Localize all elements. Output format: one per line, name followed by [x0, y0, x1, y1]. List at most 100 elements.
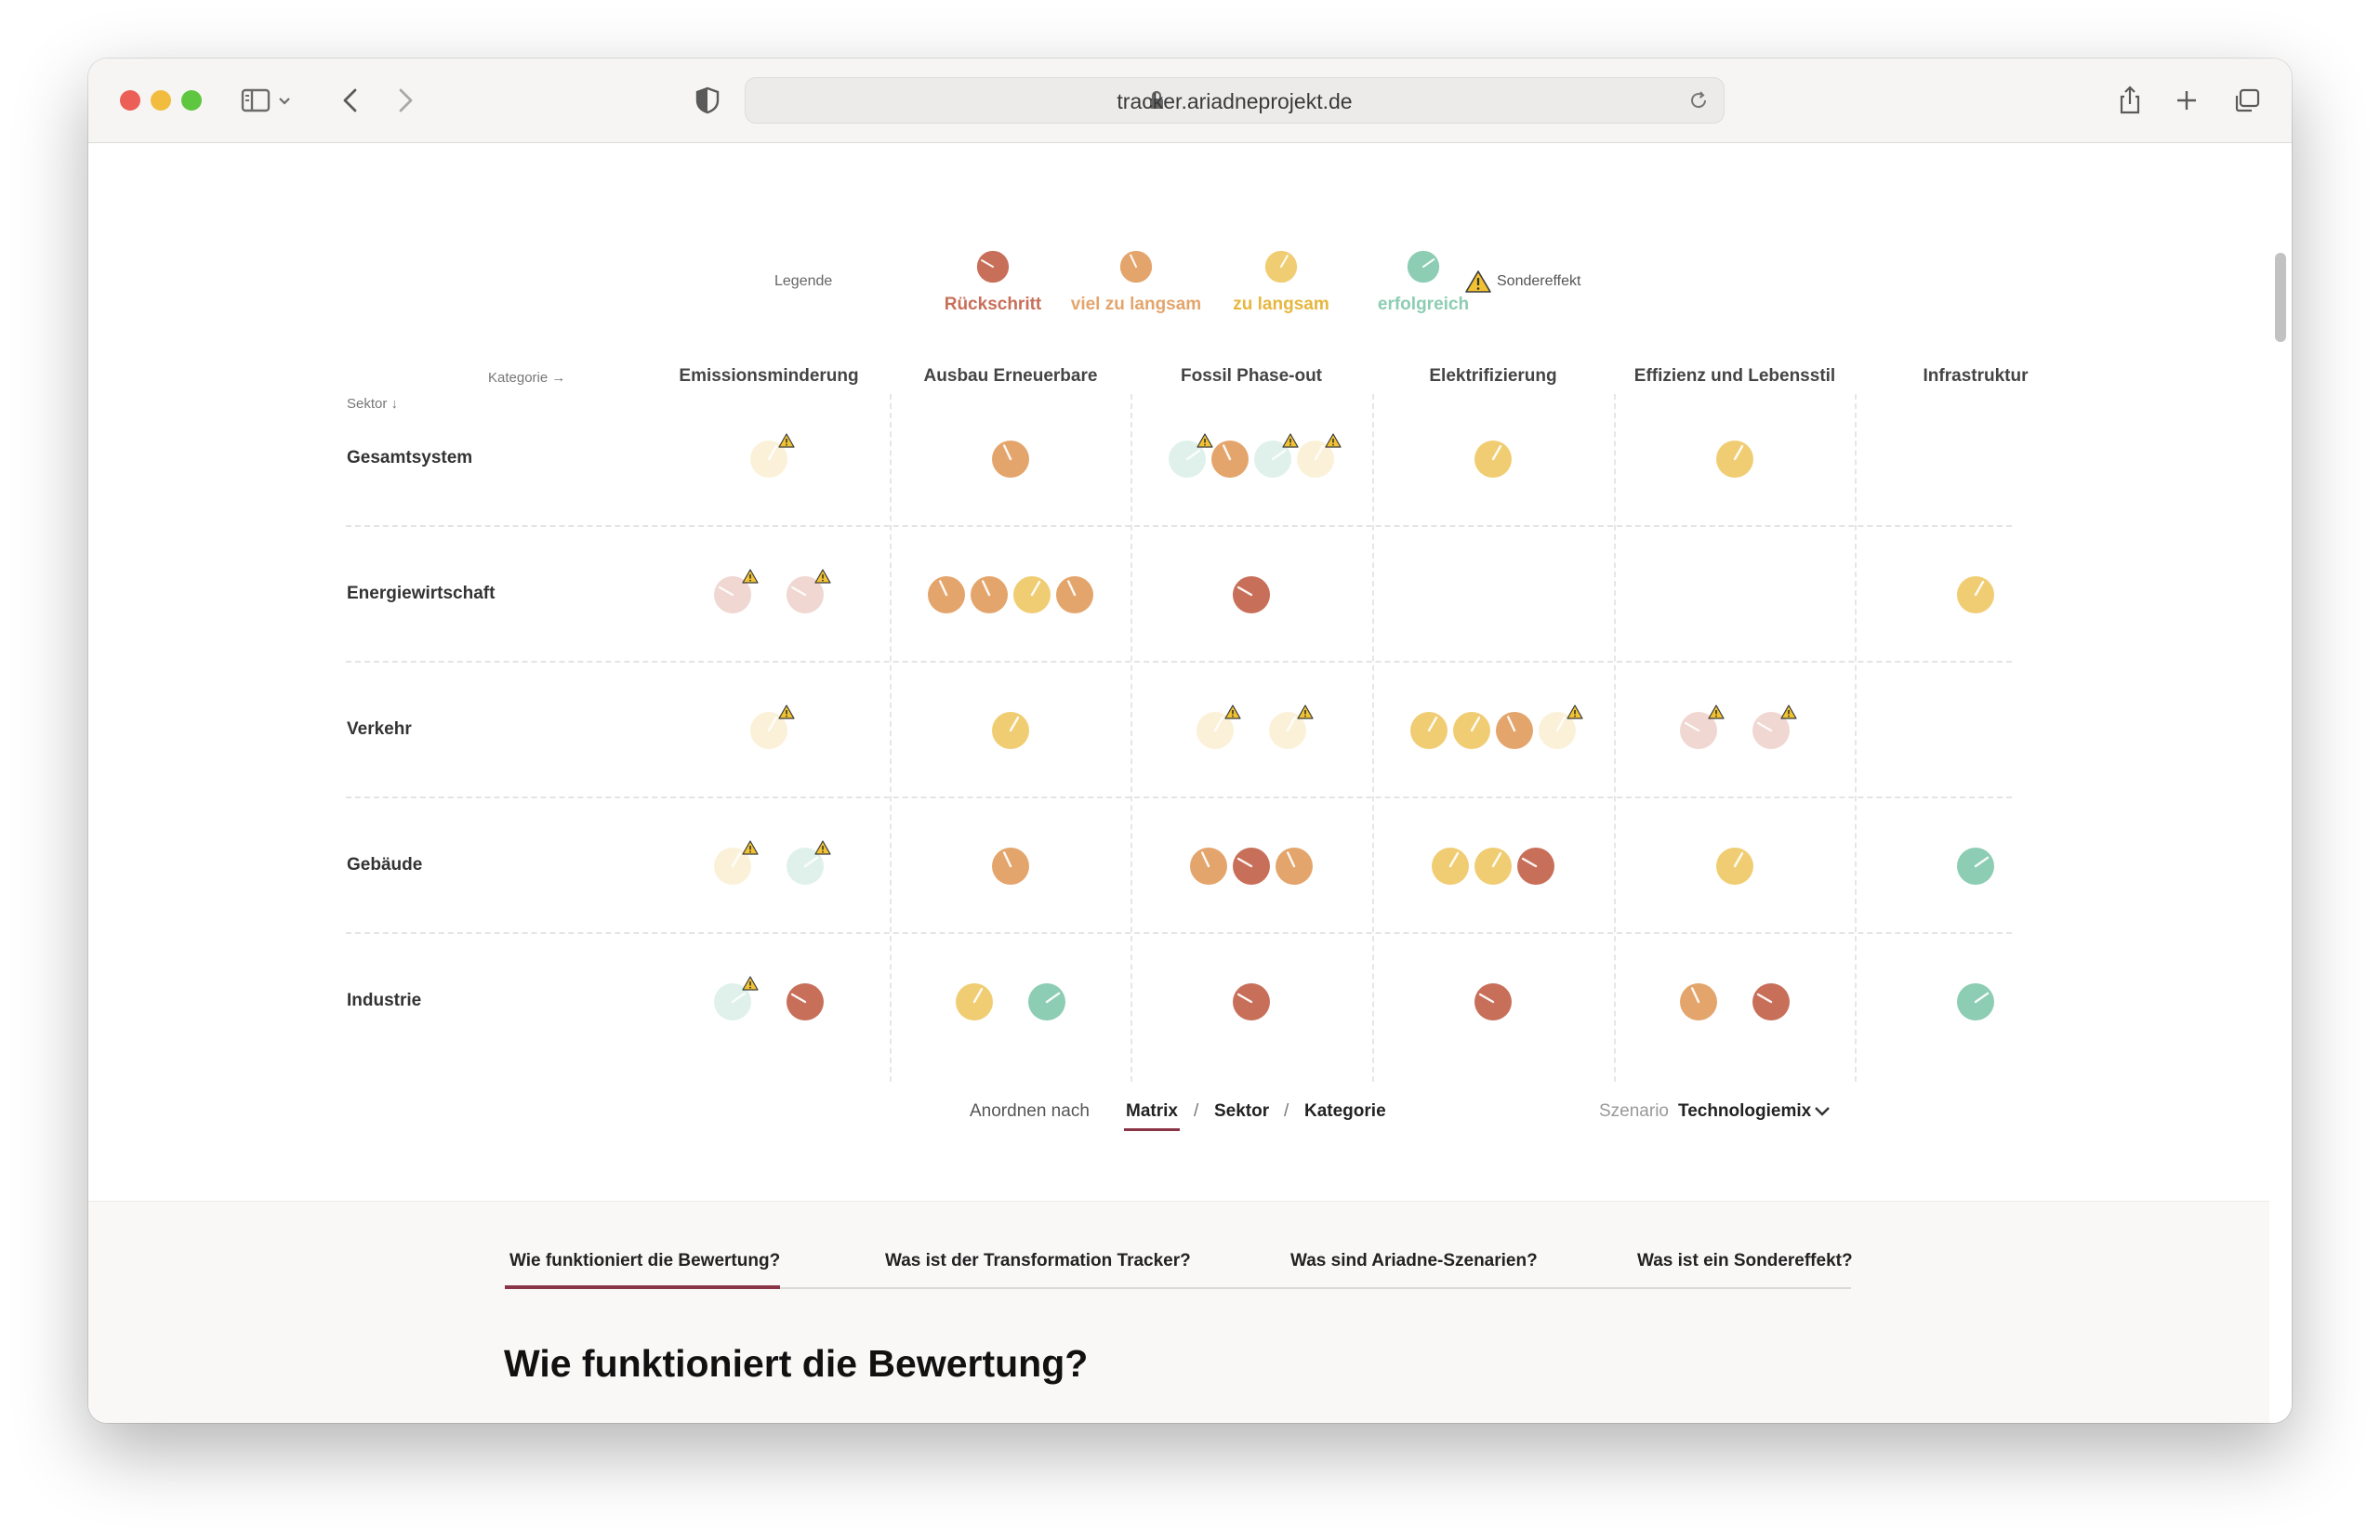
- indicator-dial-icon[interactable]: [991, 440, 1030, 479]
- indicator-dial-icon[interactable]: [1474, 982, 1513, 1021]
- indicator-dial-icon[interactable]: [1189, 847, 1228, 886]
- indicator-dial-icon[interactable]: [1232, 575, 1271, 614]
- indicator-dial-icon[interactable]: [970, 575, 1009, 614]
- indicator-dial-icon[interactable]: [1495, 711, 1534, 750]
- share-icon[interactable]: [2111, 82, 2149, 119]
- scenario-select[interactable]: Technologiemix: [1678, 1101, 1811, 1122]
- sondereffekt-label: Sondereffekt: [1497, 273, 1581, 289]
- indicator-dial-icon[interactable]: [1232, 982, 1271, 1021]
- legend-dial-icon: [976, 250, 1010, 283]
- shield-icon[interactable]: [689, 82, 726, 119]
- indicator-dial-icon[interactable]: [1055, 575, 1094, 614]
- browser-toolbar: tracker.ariadneprojekt.de: [88, 59, 2292, 143]
- sidebar-toggle-icon[interactable]: [237, 82, 274, 119]
- indicator-dial-icon[interactable]: [1027, 982, 1066, 1021]
- warning-icon: [742, 976, 759, 991]
- indicator-dial-icon[interactable]: [1012, 575, 1051, 614]
- warning-icon: [1325, 433, 1342, 448]
- sektor-axis-note: Sektor ↓: [347, 396, 399, 412]
- indicator-dial-icon[interactable]: [1715, 847, 1754, 886]
- column-divider: [1372, 394, 1374, 1082]
- reload-icon[interactable]: [1686, 88, 1711, 112]
- warning-icon: [742, 569, 759, 584]
- legend-dial-icon: [1407, 250, 1440, 283]
- page-content: Legende Rückschritt viel zu langsam zu lan…: [88, 143, 2269, 1423]
- indicator-dial-icon[interactable]: [955, 982, 994, 1021]
- indicator-dial-icon[interactable]: [1275, 847, 1314, 886]
- indicator-dial-icon[interactable]: [786, 982, 825, 1021]
- arrange-option-matrix[interactable]: Matrix: [1126, 1101, 1178, 1122]
- indicator-dial-icon[interactable]: [991, 847, 1030, 886]
- indicator-dial-icon[interactable]: [1956, 982, 1995, 1021]
- warning-icon: [1567, 704, 1583, 719]
- indicator-dial-icon[interactable]: [1474, 847, 1513, 886]
- warning-icon: [814, 569, 831, 584]
- arrange-option-sektor[interactable]: Sektor: [1214, 1101, 1269, 1122]
- warning-icon: [1780, 704, 1797, 719]
- minimize-window-button[interactable]: [151, 90, 171, 111]
- tab-overview-icon[interactable]: [2228, 82, 2266, 119]
- indicator-dial-icon[interactable]: [1715, 440, 1754, 479]
- scrollbar[interactable]: [2269, 143, 2292, 1423]
- indicator-dial-icon[interactable]: [1956, 575, 1995, 614]
- section-title: Wie funktioniert die Bewertung?: [504, 1342, 1089, 1385]
- arrange-label: Anordnen nach: [970, 1101, 1090, 1121]
- indicator-dial-icon[interactable]: [1431, 847, 1470, 886]
- back-arrow-icon[interactable]: [333, 82, 370, 119]
- arrange-separator: /: [1194, 1101, 1199, 1121]
- forward-arrow-icon[interactable]: [386, 82, 423, 119]
- sector-label: Verkehr: [347, 719, 412, 739]
- indicator-dial-icon[interactable]: [1752, 982, 1791, 1021]
- scrollbar-thumb[interactable]: [2275, 253, 2286, 342]
- column-divider: [890, 394, 892, 1082]
- indicator-dial-icon[interactable]: [1452, 711, 1491, 750]
- faq-section: [88, 1201, 2269, 1423]
- warning-icon: [1464, 270, 1492, 294]
- zoom-window-button[interactable]: [181, 90, 202, 111]
- chevron-down-icon[interactable]: [1811, 1099, 1833, 1122]
- kategorie-axis-note: Kategorie →: [488, 370, 566, 386]
- indicator-dial-icon[interactable]: [1210, 440, 1250, 479]
- category-header: Emissionsminderung: [679, 366, 859, 386]
- column-divider: [1855, 394, 1857, 1082]
- url-text: tracker.ariadneprojekt.de: [1117, 89, 1353, 113]
- faq-tab-bewertung[interactable]: Wie funktioniert die Bewertung?: [509, 1251, 780, 1271]
- indicator-dial-icon[interactable]: [1679, 982, 1718, 1021]
- legend-dial-icon: [1119, 250, 1153, 283]
- indicator-dial-icon[interactable]: [1409, 711, 1448, 750]
- new-tab-icon[interactable]: [2168, 82, 2205, 119]
- category-header: Elektrifizierung: [1429, 366, 1557, 386]
- column-divider: [1614, 394, 1616, 1082]
- row-divider: [346, 525, 2012, 527]
- faq-tab-sondereffekt[interactable]: Was ist ein Sondereffekt?: [1637, 1251, 1853, 1271]
- category-header: Infrastruktur: [1923, 366, 2029, 386]
- chevron-down-icon[interactable]: [274, 82, 295, 119]
- category-header: Fossil Phase-out: [1180, 366, 1323, 386]
- legend-dial-icon: [1264, 250, 1298, 283]
- row-divider: [346, 796, 2012, 798]
- warning-icon: [778, 433, 795, 448]
- warning-icon: [778, 704, 795, 719]
- indicator-dial-icon[interactable]: [927, 575, 966, 614]
- warning-icon: [814, 840, 831, 855]
- legend-item-label: erfolgreich: [1377, 295, 1470, 314]
- address-bar[interactable]: tracker.ariadneprojekt.de: [745, 77, 1725, 124]
- legend-label: Legende: [774, 273, 833, 289]
- indicator-dial-icon[interactable]: [991, 711, 1030, 750]
- indicator-dial-icon[interactable]: [1956, 847, 1995, 886]
- faq-tab-tracker[interactable]: Was ist der Transformation Tracker?: [885, 1251, 1191, 1271]
- warning-icon: [1224, 704, 1241, 719]
- faq-tab-szenarien[interactable]: Was sind Ariadne-Szenarien?: [1290, 1251, 1538, 1271]
- close-window-button[interactable]: [120, 90, 140, 111]
- indicator-dial-icon[interactable]: [1474, 440, 1513, 479]
- column-divider: [1130, 394, 1132, 1082]
- indicator-dial-icon[interactable]: [1232, 847, 1271, 886]
- warning-icon: [1297, 704, 1314, 719]
- arrange-active-indicator: [1124, 1128, 1180, 1131]
- arrange-option-kategorie[interactable]: Kategorie: [1304, 1101, 1386, 1122]
- row-divider: [346, 661, 2012, 663]
- sector-label: Gesamtsystem: [347, 448, 473, 467]
- indicator-dial-icon[interactable]: [1516, 847, 1555, 886]
- scenario-label: Szenario: [1599, 1101, 1669, 1121]
- browser-window: tracker.ariadneprojekt.de Legende Rücksc…: [88, 59, 2292, 1423]
